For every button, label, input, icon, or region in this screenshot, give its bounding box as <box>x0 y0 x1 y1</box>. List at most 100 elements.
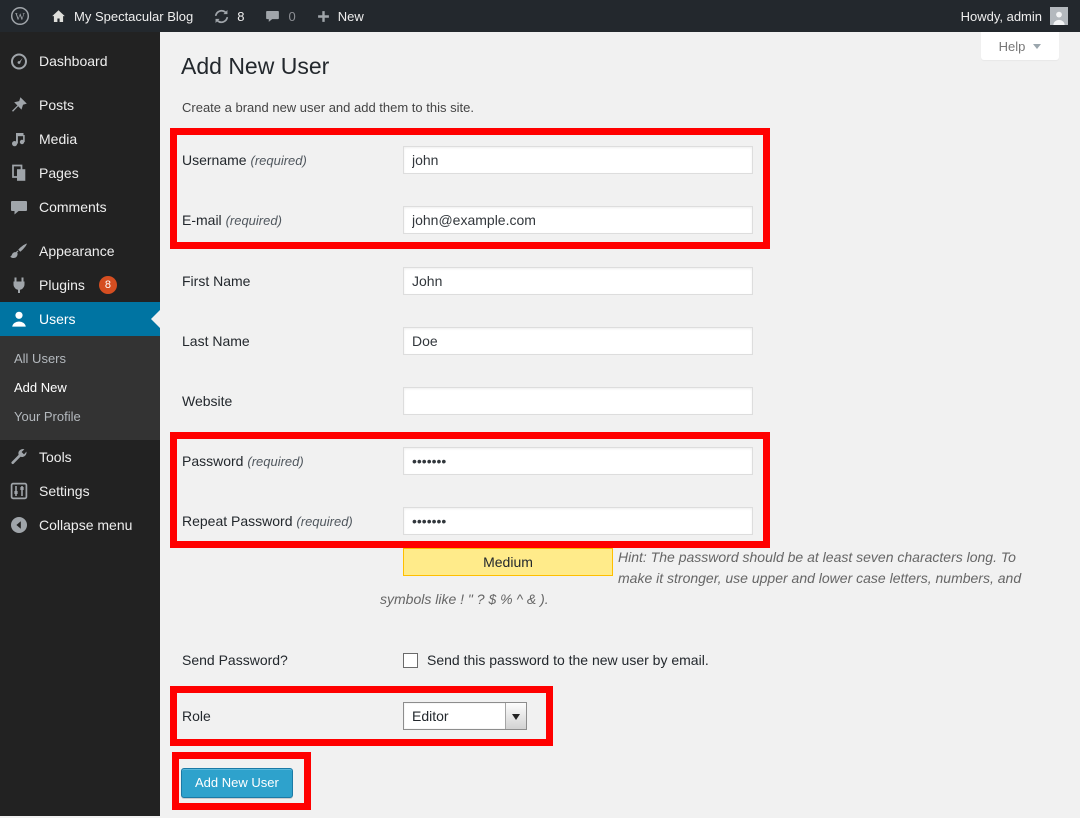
last-name-label: Last Name <box>182 333 403 349</box>
comment-count: 0 <box>288 9 295 24</box>
avatar <box>1050 7 1068 25</box>
plus-icon <box>316 9 331 24</box>
submenu-item-all-users[interactable]: All Users <box>0 344 160 373</box>
main-content: Add New User Create a brand new user and… <box>160 32 1080 816</box>
send-password-row: Send Password? Send this password to the… <box>182 650 1080 670</box>
sidebar-item-comments[interactable]: Comments <box>0 190 160 224</box>
sidebar-label: Comments <box>39 199 107 215</box>
page-title: Add New User <box>181 52 1080 81</box>
sidebar-label: Dashboard <box>39 53 108 69</box>
plugins-update-badge: 8 <box>99 276 117 294</box>
role-select-arrow-button[interactable] <box>505 703 526 729</box>
admin-sidebar: Dashboard Posts Media Pages Comments <box>0 32 160 816</box>
settings-sliders-icon <box>9 481 29 501</box>
sidebar-item-appearance[interactable]: Appearance <box>0 234 160 268</box>
sidebar-item-tools[interactable]: Tools <box>0 440 160 474</box>
add-user-form: Username (required) E-mail (required) Fi… <box>160 128 1080 818</box>
password-strength-meter: Medium <box>403 548 613 576</box>
repeat-password-input[interactable] <box>403 507 753 535</box>
sidebar-label: Pages <box>39 165 79 181</box>
user-icon <box>9 309 29 329</box>
email-row: E-mail (required) <box>182 206 1080 234</box>
site-name-button[interactable]: My Spectacular Blog <box>40 0 203 32</box>
sidebar-item-dashboard[interactable]: Dashboard <box>0 44 160 78</box>
username-label: Username (required) <box>182 152 403 168</box>
username-row: Username (required) <box>182 146 1080 174</box>
update-count: 8 <box>237 9 244 24</box>
account-menu[interactable]: Howdy, admin <box>961 7 1080 25</box>
email-label: E-mail (required) <box>182 212 403 228</box>
sidebar-label: Users <box>39 311 76 327</box>
sidebar-label: Settings <box>39 483 90 499</box>
sidebar-label: Appearance <box>39 243 115 259</box>
sidebar-item-pages[interactable]: Pages <box>0 156 160 190</box>
website-row: Website <box>182 387 1080 415</box>
help-button[interactable]: Help <box>981 32 1059 60</box>
wordpress-menu-button[interactable]: W <box>0 0 40 32</box>
website-input[interactable] <box>403 387 753 415</box>
collapse-arrow-icon <box>9 515 29 535</box>
plugin-icon <box>9 275 29 295</box>
sidebar-label: Plugins <box>39 277 85 293</box>
pages-icon <box>9 163 29 183</box>
sidebar-item-posts[interactable]: Posts <box>0 88 160 122</box>
first-name-row: First Name <box>182 267 1080 295</box>
password-label: Password (required) <box>182 453 403 469</box>
updates-button[interactable]: 8 <box>203 0 254 32</box>
chevron-down-icon <box>512 714 520 724</box>
sidebar-item-settings[interactable]: Settings <box>0 474 160 508</box>
first-name-input[interactable] <box>403 267 753 295</box>
required-note: (required) <box>226 213 282 228</box>
sidebar-label: Posts <box>39 97 74 113</box>
first-name-label: First Name <box>182 273 403 289</box>
password-input[interactable] <box>403 447 753 475</box>
pushpin-icon <box>9 95 29 115</box>
required-note: (required) <box>247 454 303 469</box>
sidebar-label: Collapse menu <box>39 517 132 533</box>
admin-bar: W My Spectacular Blog 8 0 New Howdy, adm… <box>0 0 1080 32</box>
svg-text:W: W <box>15 12 25 23</box>
required-note: (required) <box>250 153 306 168</box>
repeat-password-row: Repeat Password (required) <box>182 507 1080 535</box>
howdy-text: Howdy, admin <box>961 9 1042 24</box>
username-input[interactable] <box>403 146 753 174</box>
add-new-user-button[interactable]: Add New User <box>181 768 293 798</box>
sidebar-item-media[interactable]: Media <box>0 122 160 156</box>
required-note: (required) <box>296 514 352 529</box>
sidebar-item-users[interactable]: Users <box>0 302 160 336</box>
role-select[interactable]: Editor <box>403 702 527 730</box>
send-password-checkbox[interactable] <box>403 653 418 668</box>
page-subtitle: Create a brand new user and add them to … <box>182 100 1080 115</box>
wordpress-logo-icon: W <box>10 6 30 26</box>
chevron-down-icon <box>1033 44 1041 53</box>
send-password-label: Send Password? <box>182 652 403 668</box>
dashboard-icon <box>9 51 29 71</box>
new-content-button[interactable]: New <box>306 0 374 32</box>
sidebar-label: Media <box>39 131 77 147</box>
password-row: Password (required) <box>182 447 1080 475</box>
sidebar-item-plugins[interactable]: Plugins 8 <box>0 268 160 302</box>
comments-icon <box>9 197 29 217</box>
comments-button[interactable]: 0 <box>254 0 305 32</box>
users-submenu: All Users Add New Your Profile <box>0 336 160 440</box>
update-icon <box>213 8 230 25</box>
submenu-item-add-new[interactable]: Add New <box>0 373 160 402</box>
paintbrush-icon <box>9 241 29 261</box>
avatar-person-icon <box>1051 9 1067 25</box>
new-label: New <box>338 9 364 24</box>
site-name: My Spectacular Blog <box>74 9 193 24</box>
password-strength-section: Medium Hint: The password should be at l… <box>380 547 1035 610</box>
help-label: Help <box>999 39 1026 54</box>
last-name-input[interactable] <box>403 327 753 355</box>
repeat-password-label: Repeat Password (required) <box>182 513 403 529</box>
sidebar-label: Tools <box>39 449 72 465</box>
collapse-menu-button[interactable]: Collapse menu <box>0 508 160 542</box>
role-label: Role <box>182 708 403 724</box>
wrench-icon <box>9 447 29 467</box>
home-icon <box>50 8 67 25</box>
email-input[interactable] <box>403 206 753 234</box>
website-label: Website <box>182 393 403 409</box>
comment-bubble-icon <box>264 8 281 25</box>
role-selected-value: Editor <box>404 708 505 724</box>
submenu-item-your-profile[interactable]: Your Profile <box>0 402 160 431</box>
